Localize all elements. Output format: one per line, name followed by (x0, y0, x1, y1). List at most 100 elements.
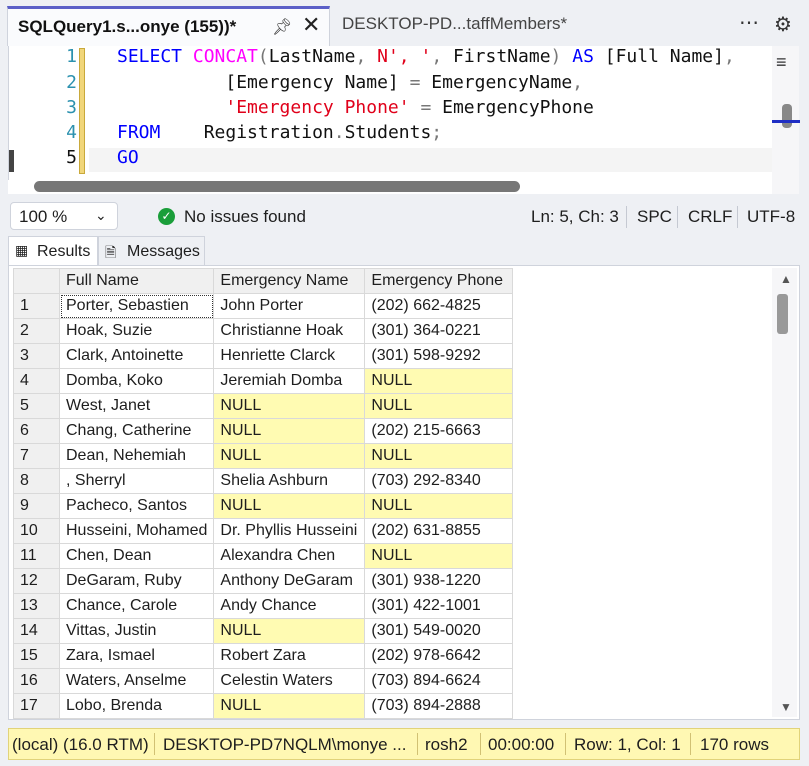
scroll-down-icon[interactable]: ▼ (780, 700, 792, 714)
table-row[interactable]: 4 Domba, Koko Jeremiah Domba NULL (13, 368, 514, 394)
table-cell[interactable]: NULL (364, 368, 514, 394)
results-grid[interactable]: Full Name Emergency Name Emergency Phone… (8, 265, 800, 720)
column-header[interactable]: Emergency Name (213, 268, 366, 294)
row-number[interactable]: 13 (13, 593, 60, 619)
table-cell[interactable]: Chance, Carole (58, 593, 215, 619)
row-number[interactable]: 15 (13, 643, 60, 669)
table-cell[interactable]: (703) 894-6624 (364, 668, 514, 694)
table-cell[interactable]: (301) 364-0221 (364, 318, 514, 344)
table-cell[interactable]: NULL (213, 693, 366, 719)
table-cell[interactable]: NULL (213, 418, 366, 444)
table-cell[interactable]: Zara, Ismael (58, 643, 215, 669)
column-header[interactable]: Full Name (58, 268, 215, 294)
more-icon[interactable]: ⋯ (739, 10, 760, 35)
table-cell[interactable]: Robert Zara (213, 643, 366, 669)
table-cell[interactable]: Chen, Dean (58, 543, 215, 569)
whitespace-mode[interactable]: SPC (637, 207, 672, 227)
table-row[interactable]: 5 West, Janet NULL NULL (13, 393, 514, 419)
table-cell[interactable]: Clark, Antoinette (58, 343, 215, 369)
grid-vertical-scrollbar[interactable] (772, 268, 797, 717)
row-number[interactable]: 17 (13, 693, 60, 719)
grid-scroll-thumb[interactable] (777, 294, 788, 334)
table-cell[interactable]: NULL (213, 493, 366, 519)
table-cell[interactable]: Dr. Phyllis Husseini (213, 518, 366, 544)
table-cell[interactable]: Hoak, Suzie (58, 318, 215, 344)
scroll-up-icon[interactable]: ▲ (780, 272, 792, 286)
editor-horizontal-scroll-thumb[interactable] (34, 181, 520, 192)
row-number[interactable]: 4 (13, 368, 60, 394)
row-number[interactable]: 1 (13, 293, 60, 319)
table-row[interactable]: 1 Porter, Sebastien John Porter (202) 662-4… (13, 293, 514, 319)
line-ending[interactable]: CRLF (688, 207, 732, 227)
row-number[interactable]: 2 (13, 318, 60, 344)
table-row[interactable]: 10 Husseini, Mohamed Dr. Phyllis Husseini(… (13, 518, 514, 544)
row-number[interactable]: 14 (13, 618, 60, 644)
tab-sqlquery1[interactable]: SQLQuery1.s...onye (155))* 📌︎ ✕ (7, 6, 330, 46)
table-cell[interactable]: (301) 938-1220 (364, 568, 514, 594)
table-row[interactable]: 14 Vittas, Justin NULL (301) 549-0020 (13, 618, 514, 644)
table-row[interactable]: 15 Zara, Ismael Robert Zara (202) 978-6642 (13, 643, 514, 669)
table-cell[interactable]: Pacheco, Santos (58, 493, 215, 519)
row-number[interactable]: 7 (13, 443, 60, 469)
column-header[interactable]: Emergency Phone (364, 268, 514, 294)
close-icon[interactable]: ✕ (302, 12, 320, 38)
table-row[interactable]: 11 Chen, Dean Alexandra Chen NULL (13, 543, 514, 569)
table-cell[interactable]: (301) 422-1001 (364, 593, 514, 619)
issues-status[interactable]: No issues found (184, 207, 306, 227)
table-cell[interactable]: (301) 598-9292 (364, 343, 514, 369)
table-cell[interactable]: Alexandra Chen (213, 543, 366, 569)
table-row[interactable]: 6 Chang, Catherine NULL (202) 215-6663 (13, 418, 514, 444)
table-cell[interactable]: Vittas, Justin (58, 618, 215, 644)
row-number[interactable]: 16 (13, 668, 60, 694)
table-cell[interactable]: NULL (364, 443, 514, 469)
table-cell[interactable]: Chang, Catherine (58, 418, 215, 444)
table-cell[interactable]: NULL (213, 618, 366, 644)
table-cell[interactable]: (202) 631-8855 (364, 518, 514, 544)
tab-staffmembers[interactable]: DESKTOP-PD...taffMembers* (342, 14, 567, 34)
table-cell[interactable]: NULL (364, 393, 514, 419)
tab-results[interactable]: ▦ Results (8, 236, 98, 266)
table-cell[interactable]: Christianne Hoak (213, 318, 366, 344)
table-row[interactable]: 9 Pacheco, Santos NULL NULL (13, 493, 514, 519)
row-number[interactable]: 10 (13, 518, 60, 544)
table-cell[interactable]: , Sherryl (58, 468, 215, 494)
table-row[interactable]: 3 Clark, Antoinette Henriette Clarck (301) … (13, 343, 514, 369)
encoding[interactable]: UTF-8 (747, 207, 795, 227)
table-cell[interactable]: Andy Chance (213, 593, 366, 619)
table-cell[interactable]: Dean, Nehemiah (58, 443, 215, 469)
table-cell[interactable]: West, Janet (58, 393, 215, 419)
table-cell[interactable]: John Porter (213, 293, 366, 319)
pin-icon[interactable]: 📌︎ (272, 17, 292, 37)
table-cell[interactable]: Waters, Anselme (58, 668, 215, 694)
table-cell[interactable]: (202) 215-6663 (364, 418, 514, 444)
tab-messages[interactable]: 🗎︎ Messages (98, 236, 205, 266)
table-cell[interactable]: Jeremiah Domba (213, 368, 366, 394)
table-row[interactable]: 2 Hoak, Suzie Christianne Hoak (301) 364-02… (13, 318, 514, 344)
table-row[interactable]: 17 Lobo, Brenda NULL (703) 894-2888 (13, 693, 514, 719)
table-cell[interactable]: NULL (213, 443, 366, 469)
zoom-dropdown[interactable]: 100 % ⌄ (10, 202, 118, 230)
table-cell[interactable]: (202) 662-4825 (364, 293, 514, 319)
table-row[interactable]: 7 Dean, Nehemiah NULL NULL (13, 443, 514, 469)
table-cell[interactable]: DeGaram, Ruby (58, 568, 215, 594)
table-cell[interactable]: Husseini, Mohamed (58, 518, 215, 544)
gear-icon[interactable]: ⚙ (774, 12, 792, 37)
row-number[interactable]: 11 (13, 543, 60, 569)
table-cell[interactable]: Porter, Sebastien (58, 293, 215, 319)
table-cell[interactable]: (301) 549-0020 (364, 618, 514, 644)
table-cell[interactable]: Domba, Koko (58, 368, 215, 394)
table-row[interactable]: 16 Waters, Anselme Celestin Waters (703) 89… (13, 668, 514, 694)
table-cell[interactable]: Henriette Clarck (213, 343, 366, 369)
table-cell[interactable]: (703) 292-8340 (364, 468, 514, 494)
code-editor[interactable]: 1 2 3 4 5 SELECT CONCAT(LastName, N', ', Fir… (8, 46, 773, 194)
table-cell[interactable]: NULL (364, 543, 514, 569)
split-editor-icon[interactable]: ≡ (776, 52, 787, 73)
row-number[interactable]: 8 (13, 468, 60, 494)
cursor-position[interactable]: Ln: 5, Ch: 3 (531, 207, 619, 227)
row-number[interactable]: 9 (13, 493, 60, 519)
table-row[interactable]: 13 Chance, Carole Andy Chance (301) 422-100… (13, 593, 514, 619)
table-cell[interactable]: Anthony DeGaram (213, 568, 366, 594)
table-cell[interactable]: (703) 894-2888 (364, 693, 514, 719)
table-cell[interactable]: Celestin Waters (213, 668, 366, 694)
table-cell[interactable]: Shelia Ashburn (213, 468, 366, 494)
